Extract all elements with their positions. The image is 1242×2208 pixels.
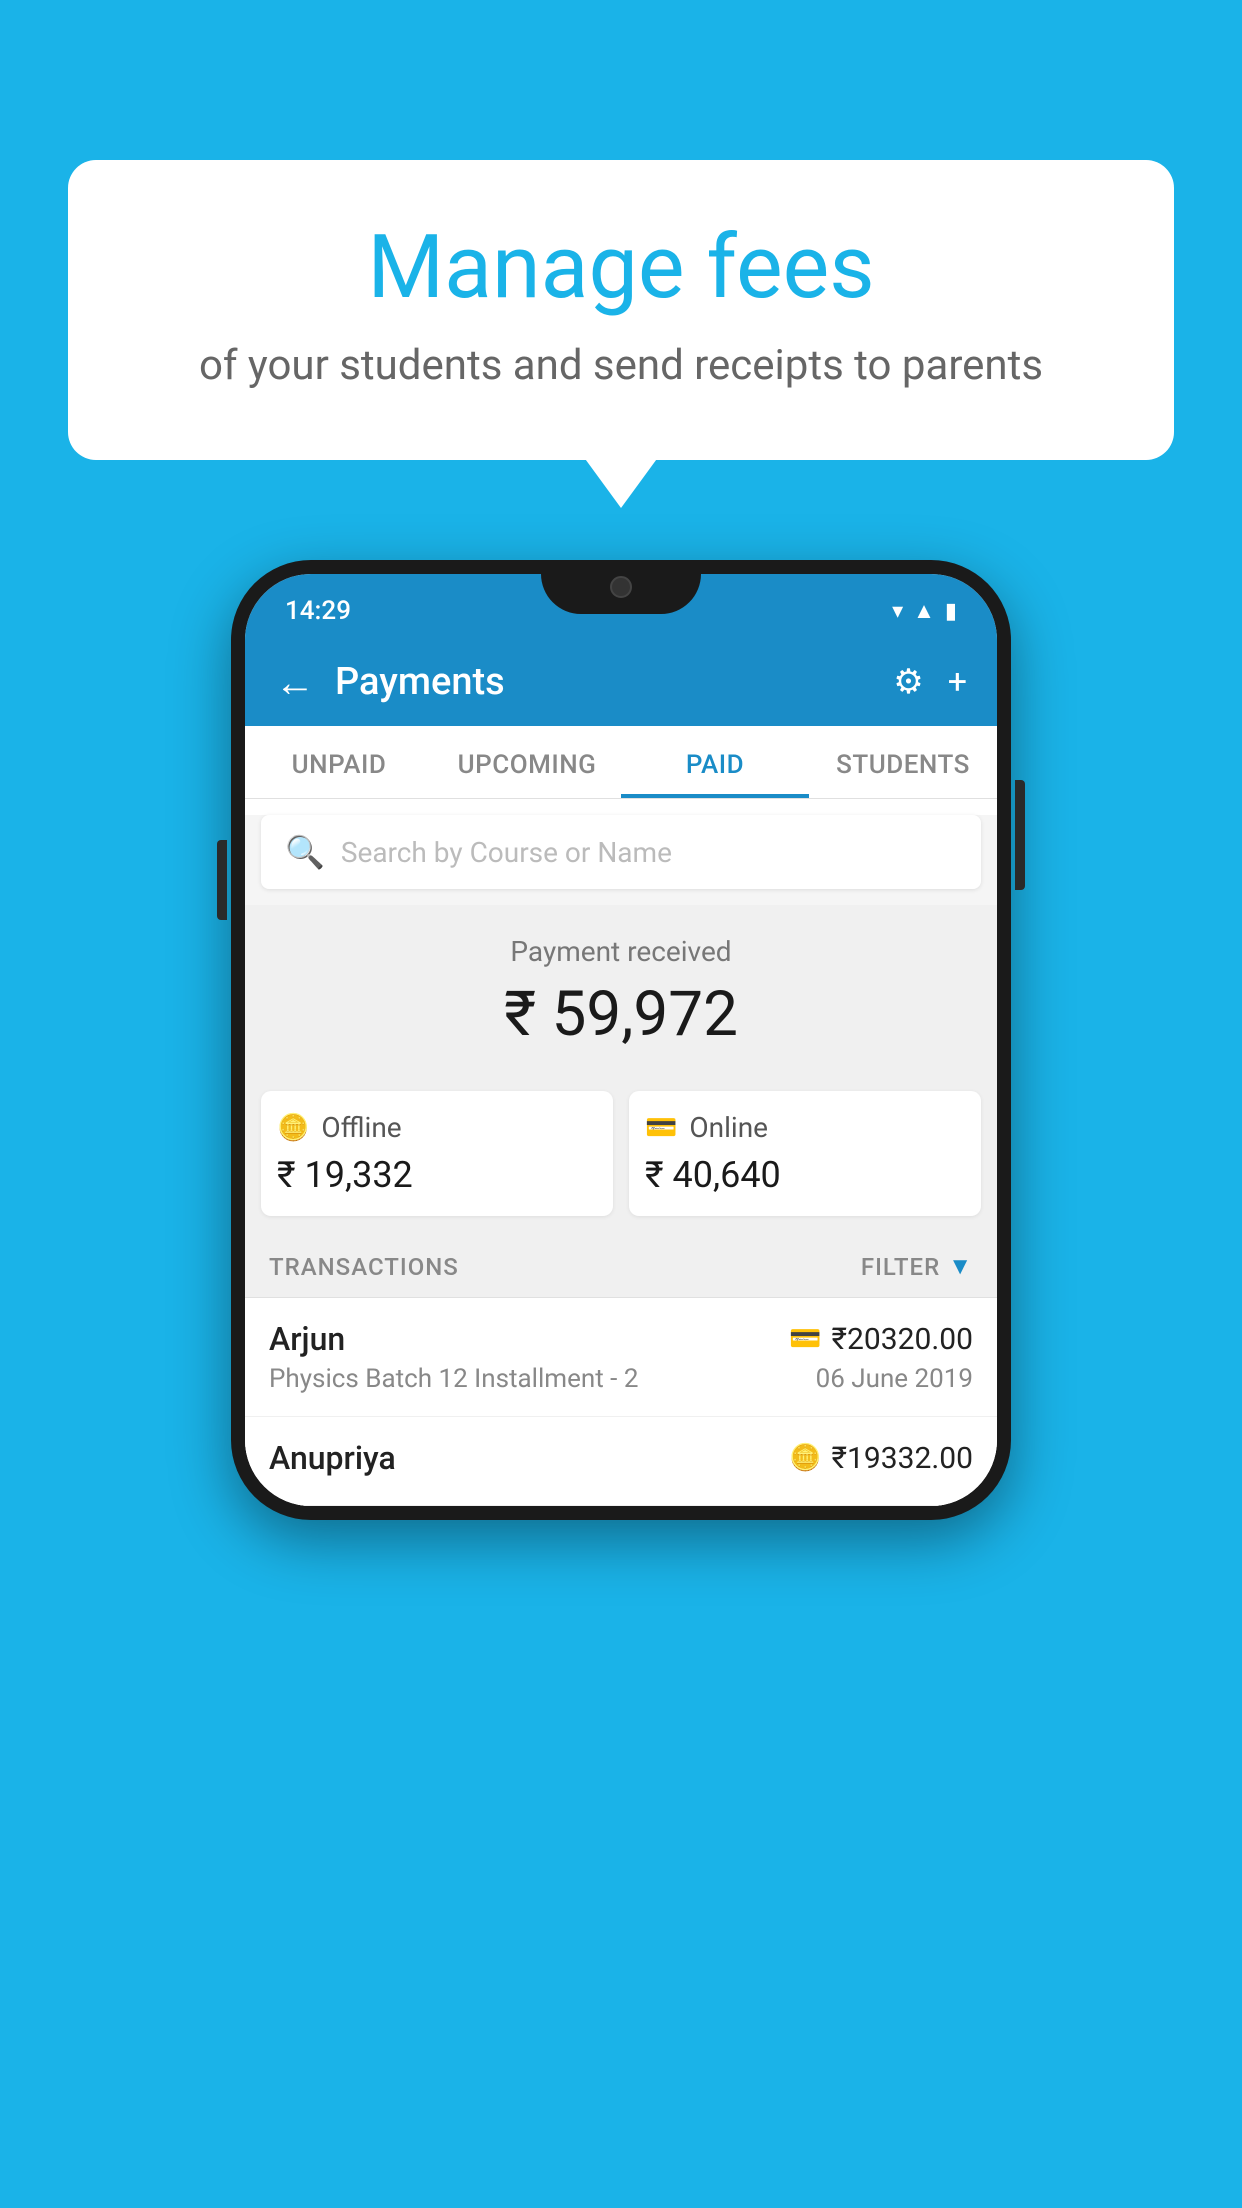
offline-label: Offline xyxy=(321,1111,401,1144)
tab-unpaid[interactable]: UNPAID xyxy=(245,726,433,798)
online-label: Online xyxy=(689,1111,768,1144)
phone-outer: 14:29 ▾ ▲ ▮ ← Payments ⚙ + UNPAID xyxy=(231,560,1011,1520)
offline-icon: 🪙 xyxy=(277,1113,309,1143)
payment-type-icon: 🪙 xyxy=(789,1443,821,1473)
app-bar-actions: ⚙ + xyxy=(893,662,967,702)
tabs: UNPAID UPCOMING PAID STUDENTS xyxy=(245,726,997,799)
transaction-main: Arjun 💳 ₹20320.00 xyxy=(269,1320,973,1358)
online-amount: ₹ 40,640 xyxy=(645,1154,965,1196)
offline-amount: ₹ 19,332 xyxy=(277,1154,597,1196)
transaction-date: 06 June 2019 xyxy=(816,1364,973,1394)
transaction-amount: ₹19332.00 xyxy=(832,1441,973,1476)
transactions-header: TRANSACTIONS FILTER ▼ xyxy=(245,1236,997,1298)
transaction-row[interactable]: Anupriya 🪙 ₹19332.00 xyxy=(245,1417,997,1506)
transaction-amount-wrap: 💳 ₹20320.00 xyxy=(789,1322,973,1357)
transactions-label: TRANSACTIONS xyxy=(269,1253,459,1281)
notch xyxy=(541,560,701,614)
tab-paid[interactable]: PAID xyxy=(621,726,809,798)
offline-header: 🪙 Offline xyxy=(277,1111,597,1144)
camera xyxy=(610,576,632,598)
signal-icon: ▲ xyxy=(913,598,935,624)
filter-label: FILTER xyxy=(861,1253,940,1281)
wifi-icon: ▾ xyxy=(892,599,903,624)
bubble-subtitle: of your students and send receipts to pa… xyxy=(118,341,1124,390)
content-area: 🔍 Search by Course or Name Payment recei… xyxy=(245,815,997,1506)
payment-received-card: Payment received ₹ 59,972 xyxy=(245,905,997,1091)
status-icons: ▾ ▲ ▮ xyxy=(892,598,957,624)
phone-screen: 14:29 ▾ ▲ ▮ ← Payments ⚙ + UNPAID xyxy=(245,574,997,1506)
app-bar: ← Payments ⚙ + xyxy=(245,638,997,726)
tab-upcoming[interactable]: UPCOMING xyxy=(433,726,621,798)
online-header: 💳 Online xyxy=(645,1111,965,1144)
filter-icon: ▼ xyxy=(948,1252,973,1281)
settings-icon[interactable]: ⚙ xyxy=(893,662,923,702)
transaction-row[interactable]: Arjun 💳 ₹20320.00 Physics Batch 12 Insta… xyxy=(245,1298,997,1417)
search-placeholder: Search by Course or Name xyxy=(341,836,672,869)
bubble-title: Manage fees xyxy=(118,220,1124,317)
speech-bubble: Manage fees of your students and send re… xyxy=(68,160,1174,460)
online-card: 💳 Online ₹ 40,640 xyxy=(629,1091,981,1216)
payment-received-label: Payment received xyxy=(265,935,977,968)
search-bar[interactable]: 🔍 Search by Course or Name xyxy=(261,815,981,889)
transaction-sub: Physics Batch 12 Installment - 2 06 June… xyxy=(269,1364,973,1394)
search-icon: 🔍 xyxy=(285,833,325,871)
online-icon: 💳 xyxy=(645,1113,677,1143)
phone-mockup: 14:29 ▾ ▲ ▮ ← Payments ⚙ + UNPAID xyxy=(231,560,1011,1520)
transaction-amount: ₹20320.00 xyxy=(832,1322,973,1357)
page-title: Payments xyxy=(335,660,893,704)
transaction-course: Physics Batch 12 Installment - 2 xyxy=(269,1364,638,1394)
transaction-name: Arjun xyxy=(269,1320,345,1358)
tab-students[interactable]: STUDENTS xyxy=(809,726,997,798)
transaction-amount-wrap: 🪙 ₹19332.00 xyxy=(789,1441,973,1476)
payment-subcards: 🪙 Offline ₹ 19,332 💳 Online ₹ 40,640 xyxy=(245,1091,997,1236)
payment-received-amount: ₹ 59,972 xyxy=(265,978,977,1051)
transaction-main: Anupriya 🪙 ₹19332.00 xyxy=(269,1439,973,1477)
add-icon[interactable]: + xyxy=(948,662,967,702)
back-button[interactable]: ← xyxy=(275,659,315,706)
transaction-name: Anupriya xyxy=(269,1439,396,1477)
payment-type-icon: 💳 xyxy=(789,1324,821,1354)
status-time: 14:29 xyxy=(285,596,351,626)
battery-icon: ▮ xyxy=(945,599,957,624)
filter-button[interactable]: FILTER ▼ xyxy=(861,1252,973,1281)
offline-card: 🪙 Offline ₹ 19,332 xyxy=(261,1091,613,1216)
